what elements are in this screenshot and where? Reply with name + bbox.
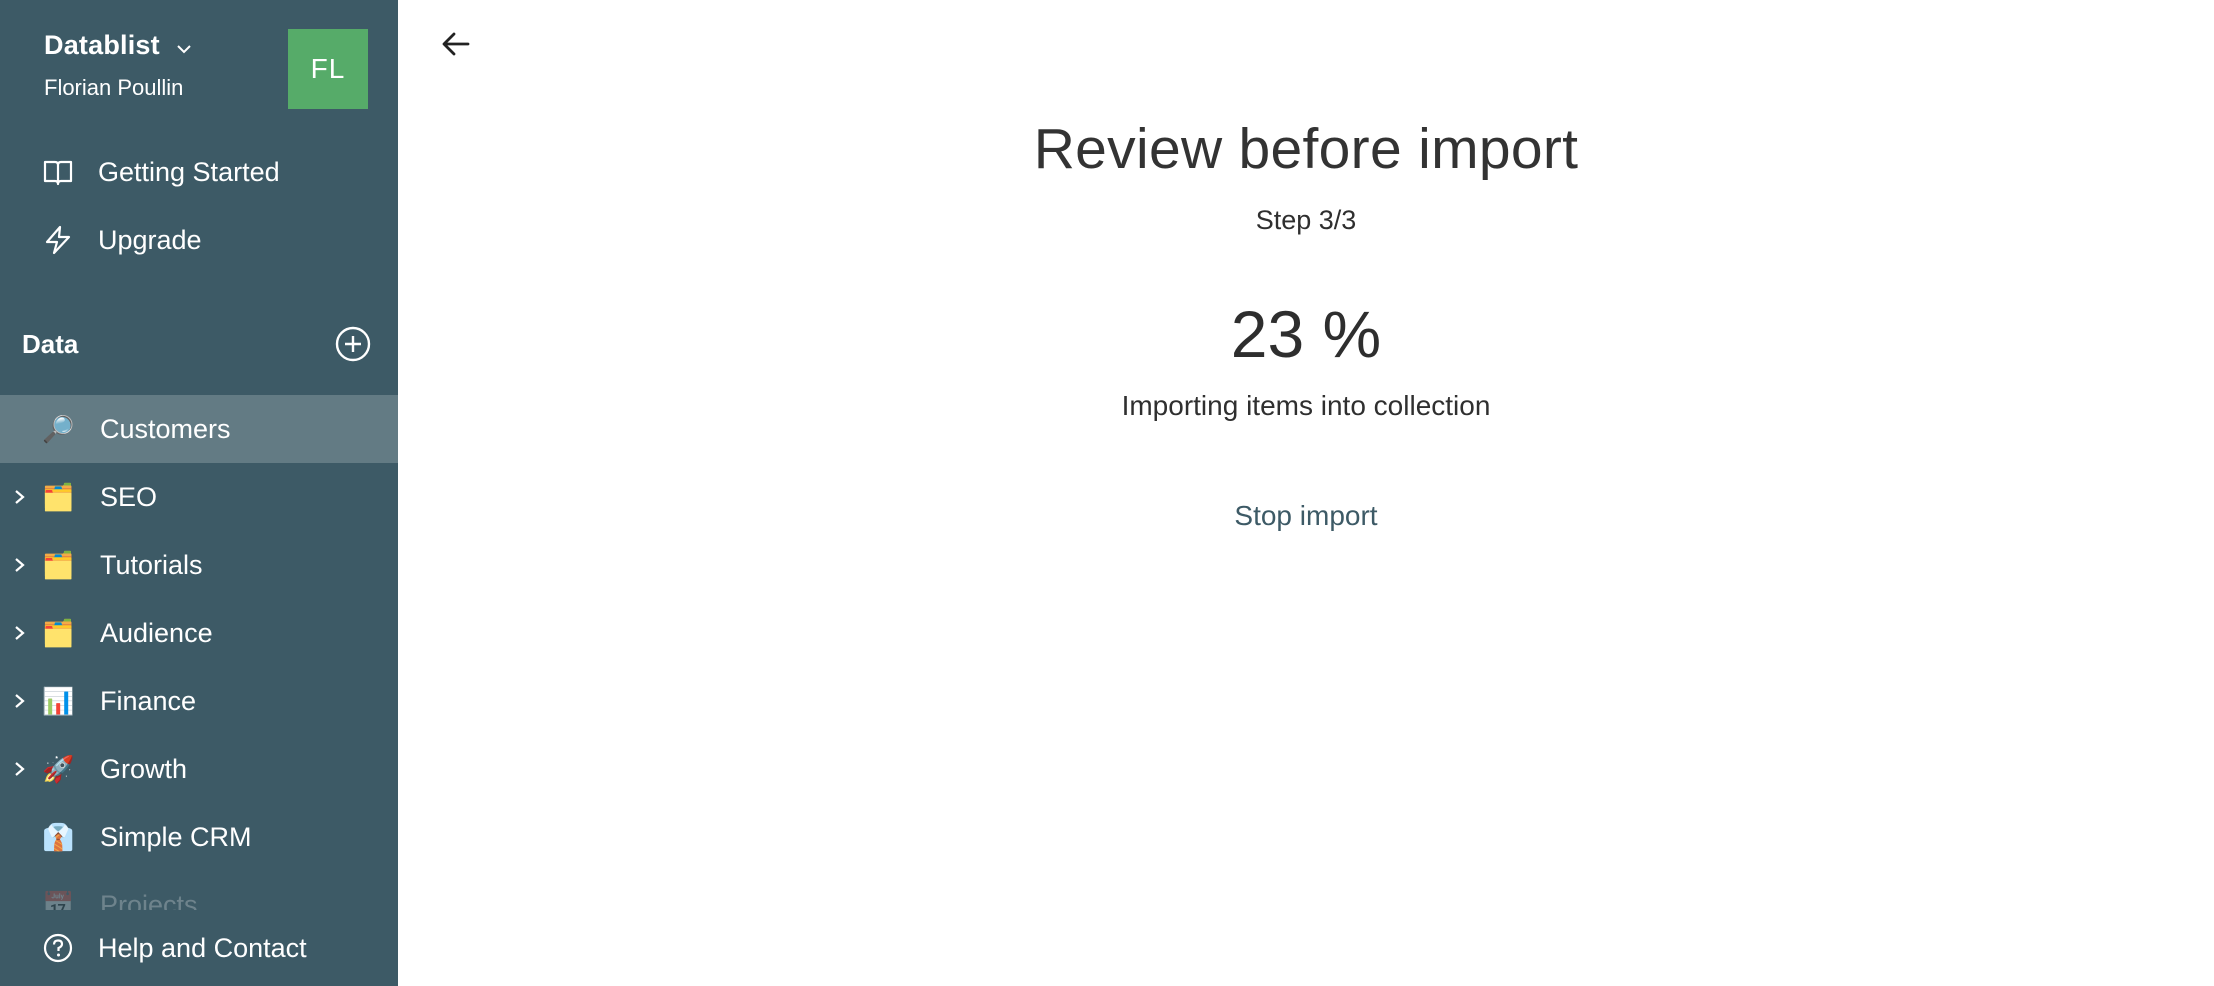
workspace-name[interactable]: Datablist [44, 30, 160, 61]
avatar[interactable]: FL [288, 29, 368, 109]
nav-label: Getting Started [98, 156, 280, 187]
lightning-icon [42, 224, 74, 256]
question-circle-icon [43, 933, 73, 963]
progress-percent: 23 % [1230, 297, 1382, 371]
page-title: Review before import [1033, 117, 1579, 181]
sidebar: Datablist Florian Poullin FL Getting Sta… [0, 0, 398, 986]
nav-upgrade[interactable]: Upgrade [0, 210, 398, 270]
help-label: Help and Contact [98, 932, 307, 963]
chevron-right-icon[interactable] [12, 555, 28, 575]
sidebar-item-customers[interactable]: 🔎 Customers [0, 395, 398, 463]
chevron-right-icon[interactable] [12, 691, 28, 711]
user-name: Florian Poullin [44, 75, 184, 100]
sidebar-item-label: Simple CRM [100, 821, 252, 852]
sidebar-item-label: SEO [100, 481, 158, 512]
sidebar-item-growth[interactable]: 🚀 Growth [0, 735, 398, 803]
chevron-right-icon[interactable] [12, 487, 28, 507]
sidebar-item-label: Customers [100, 413, 231, 444]
stop-import-row: Stop import [398, 500, 2214, 532]
data-section-header: Data [22, 322, 372, 366]
workspace-switcher[interactable]: Datablist Florian Poullin [44, 30, 194, 101]
magnifier-icon: 🔎 [42, 414, 75, 444]
sidebar-item-seo[interactable]: 🗂️ SEO [0, 463, 398, 531]
sidebar-item-label: Growth [100, 753, 188, 784]
stop-import-button[interactable]: Stop import [1234, 500, 1377, 531]
necktie-icon: 👔 [42, 822, 75, 852]
chevron-down-icon[interactable] [174, 39, 194, 59]
sidebar-item-audience[interactable]: 🗂️ Audience [0, 599, 398, 667]
sidebar-item-label: Tutorials [100, 549, 203, 580]
card-index-dividers-icon: 🗂️ [42, 482, 75, 512]
chevron-right-icon[interactable] [12, 759, 28, 779]
nav-getting-started[interactable]: Getting Started [0, 142, 398, 202]
sidebar-item-simple-crm[interactable]: 👔 Simple CRM [0, 803, 398, 871]
sidebar-item-label: Finance [100, 685, 197, 716]
import-status: Importing items into collection [1121, 390, 1491, 421]
help-and-contact[interactable]: Help and Contact [0, 910, 398, 986]
sidebar-item-tutorials[interactable]: 🗂️ Tutorials [0, 531, 398, 599]
nav-label: Upgrade [98, 224, 202, 255]
card-index-dividers-icon: 🗂️ [42, 550, 75, 580]
section-title: Data [22, 328, 79, 359]
sidebar-item-label: Audience [100, 617, 213, 648]
main-content: Review before import Step 3/3 23 % Impor… [398, 0, 2214, 986]
rocket-icon: 🚀 [42, 754, 75, 784]
book-open-icon [42, 156, 74, 188]
arrow-left-icon[interactable] [438, 26, 474, 62]
sidebar-item-finance[interactable]: 📊 Finance [0, 667, 398, 735]
plus-circle-icon[interactable] [334, 325, 372, 363]
bar-chart-icon: 📊 [42, 686, 75, 716]
step-indicator: Step 3/3 [1255, 205, 1357, 235]
card-index-dividers-icon: 🗂️ [42, 618, 75, 648]
chevron-right-icon[interactable] [12, 623, 28, 643]
